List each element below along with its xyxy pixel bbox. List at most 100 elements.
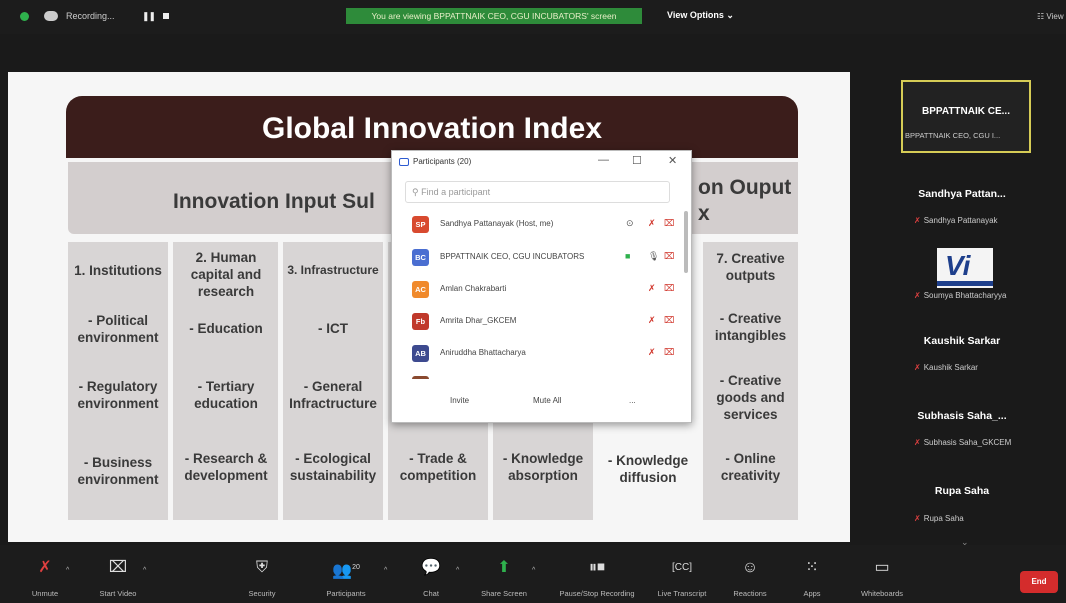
video-off-icon[interactable]: ⌧ bbox=[664, 218, 674, 229]
tile-sub-label: Kaushik Sarkar bbox=[923, 363, 978, 372]
tile-sub: ✗ Rupa Saha bbox=[914, 514, 964, 523]
participant-row[interactable]: Fb Amrita Dhar_GKCEM ✗ ⌧ bbox=[392, 310, 682, 332]
output-subindex-label-2: x bbox=[698, 202, 710, 225]
participants-icon: 👥20 bbox=[332, 562, 360, 580]
tile-name: BPPATTNAIK CE... bbox=[922, 106, 1010, 117]
maximize-icon[interactable]: ☐ bbox=[632, 154, 642, 167]
participant-row[interactable]: AC Amlan Chakrabarti ✗ ⌧ bbox=[392, 278, 682, 300]
search-placeholder: Find a participant bbox=[421, 187, 491, 197]
pause-recording-button[interactable]: ⏸⏹ Pause/Stop Recording bbox=[552, 549, 642, 598]
input-subindex-label: Innovation Input Sul bbox=[173, 190, 375, 213]
search-icon: ⚲ bbox=[412, 187, 422, 197]
close-icon[interactable]: ✕ bbox=[668, 154, 677, 167]
col3-heading: 3. Infrastructure bbox=[287, 263, 379, 277]
tile-name[interactable]: Subhasis Saha_... bbox=[858, 410, 1066, 422]
security-shield-icon[interactable] bbox=[20, 12, 29, 21]
mic-off-icon[interactable]: ✗ bbox=[648, 347, 656, 358]
mic-on-icon[interactable]: 🎙 bbox=[648, 251, 659, 262]
stop-recording-icon[interactable] bbox=[163, 13, 169, 19]
unmute-label: Unmute bbox=[31, 589, 59, 598]
mic-off-icon: ✗ bbox=[914, 363, 921, 372]
participant-row[interactable]: AB Aniruddha Bhattacharya ✗ ⌧ bbox=[392, 342, 682, 364]
tile-sub: ✗ Soumya Bhattacharyya bbox=[914, 291, 1006, 300]
col7-item-2: - Creative goods and services bbox=[716, 373, 785, 422]
col7-heading: 7. Creative outputs bbox=[716, 251, 785, 283]
chat-options-caret[interactable]: ^ bbox=[456, 567, 459, 574]
live-transcript-button[interactable]: [CC] Live Transcript bbox=[646, 549, 718, 598]
slide-title: Global Innovation Index bbox=[66, 96, 798, 158]
col1-item-2: - Regulatory environment bbox=[77, 379, 159, 411]
end-meeting-button[interactable]: End bbox=[1020, 571, 1058, 593]
avatar: AC bbox=[412, 281, 429, 298]
logo-letters: Vi bbox=[945, 250, 971, 281]
mic-off-icon[interactable]: ✗ bbox=[648, 283, 656, 294]
participant-row[interactable]: SP Sandhya Pattanayak (Host, me) ⊙ ✗ ⌧ bbox=[392, 213, 682, 235]
apps-label: Apps bbox=[803, 589, 821, 598]
participant-row[interactable]: BC BPPATTNAIK CEO, CGU INCUBATORS ■ 🎙 ⌧ bbox=[392, 246, 682, 268]
mic-off-icon[interactable]: ✗ bbox=[648, 218, 656, 229]
avatar: Fb bbox=[412, 313, 429, 330]
col4-item-1: - Trade & competition bbox=[399, 451, 477, 483]
avatar: SP bbox=[412, 216, 429, 233]
col1-heading: 1. Institutions bbox=[74, 263, 162, 278]
view-label: View bbox=[1046, 12, 1064, 21]
apps-button[interactable]: ⁙ Apps bbox=[776, 549, 848, 598]
view-options-button[interactable]: View Options ⌄ bbox=[667, 10, 734, 21]
participant-search-input[interactable]: ⚲ Find a participant bbox=[405, 181, 670, 203]
tile-sub: ✗ Kaushik Sarkar bbox=[914, 363, 978, 372]
security-label: Security bbox=[248, 589, 276, 598]
mic-off-icon[interactable]: ✗ bbox=[648, 315, 656, 326]
share-screen-label: Share Screen bbox=[481, 589, 527, 598]
unmute-button[interactable]: ✗ Unmute bbox=[9, 549, 81, 598]
tile-name[interactable]: Sandhya Pattan... bbox=[858, 188, 1066, 200]
active-speaker-tile[interactable]: BPPATTNAIK CE... BPPATTNAIK CEO, CGU I..… bbox=[901, 80, 1031, 153]
viewing-screen-banner: You are viewing BPPATTNAIK CEO, CGU INCU… bbox=[346, 8, 642, 24]
participants-panel[interactable]: Participants (20) — ☐ ✕ ⚲ Find a partici… bbox=[391, 150, 692, 423]
security-button[interactable]: ⛨ Security bbox=[226, 549, 298, 598]
invite-button[interactable]: Invite bbox=[450, 396, 469, 405]
participants-button[interactable]: 👥20 Participants bbox=[310, 549, 382, 598]
col3-item-3: - Ecological sustainability bbox=[289, 451, 377, 483]
unmute-icon[interactable]: ⊙ bbox=[626, 218, 634, 229]
tile-name[interactable]: Rupa Saha bbox=[858, 485, 1066, 497]
video-off-icon[interactable]: ⌧ bbox=[664, 251, 674, 262]
share-screen-icon: ■ bbox=[625, 251, 631, 261]
participants-options-caret[interactable]: ^ bbox=[384, 567, 387, 574]
tile-sub-label: Subhasis Saha_GKCEM bbox=[923, 438, 1012, 447]
apps-icon: ⁙ bbox=[805, 559, 819, 576]
participant-name: Amrita Dhar_GKCEM bbox=[440, 316, 517, 325]
view-button[interactable]: ☷ View bbox=[1037, 12, 1064, 21]
participant-row-partial[interactable] bbox=[392, 373, 682, 379]
col7-item-3: - Online creativity bbox=[720, 451, 781, 483]
tile-name[interactable]: Kaushik Sarkar bbox=[858, 335, 1066, 347]
share-options-caret[interactable]: ^ bbox=[532, 567, 535, 574]
live-transcript-label: Live Transcript bbox=[657, 589, 707, 598]
mic-off-icon: ✗ bbox=[38, 559, 52, 576]
col2-heading: 2. Human capital and research bbox=[190, 250, 262, 299]
participant-name: BPPATTNAIK CEO, CGU INCUBATORS bbox=[440, 252, 585, 261]
more-options-button[interactable]: ... bbox=[629, 396, 636, 405]
video-off-icon[interactable]: ⌧ bbox=[664, 283, 674, 294]
video-options-caret[interactable]: ^ bbox=[143, 567, 146, 574]
video-off-icon[interactable]: ⌧ bbox=[664, 315, 674, 326]
col2-item-3: - Research & development bbox=[184, 451, 268, 483]
cloud-recording-icon bbox=[44, 11, 58, 21]
participant-name: Sandhya Pattanayak (Host, me) bbox=[440, 219, 554, 228]
col2-item-2: - Tertiary education bbox=[194, 379, 258, 411]
pause-recording-icon[interactable]: ❚❚ bbox=[142, 11, 156, 22]
audio-options-caret[interactable]: ^ bbox=[66, 567, 69, 574]
video-off-icon[interactable]: ⌧ bbox=[664, 347, 674, 358]
share-screen-button[interactable]: ⬆ Share Screen bbox=[468, 549, 540, 598]
mic-off-icon: ✗ bbox=[914, 438, 921, 447]
whiteboard-icon: ▭ bbox=[874, 559, 890, 576]
start-video-label: Start Video bbox=[99, 589, 137, 598]
participants-scrollbar[interactable] bbox=[684, 211, 688, 273]
logo-bar bbox=[937, 281, 993, 286]
mute-all-button[interactable]: Mute All bbox=[533, 396, 561, 405]
minimize-icon[interactable]: — bbox=[598, 154, 609, 166]
participants-label: Participants bbox=[326, 589, 366, 598]
whiteboards-button[interactable]: ▭ Whiteboards bbox=[846, 549, 918, 598]
col3-item-2: - General Infractructure bbox=[289, 379, 377, 411]
col7-item-1: - Creative intangibles bbox=[714, 311, 787, 343]
tile-sub: BPPATTNAIK CEO, CGU I... bbox=[905, 131, 1001, 140]
